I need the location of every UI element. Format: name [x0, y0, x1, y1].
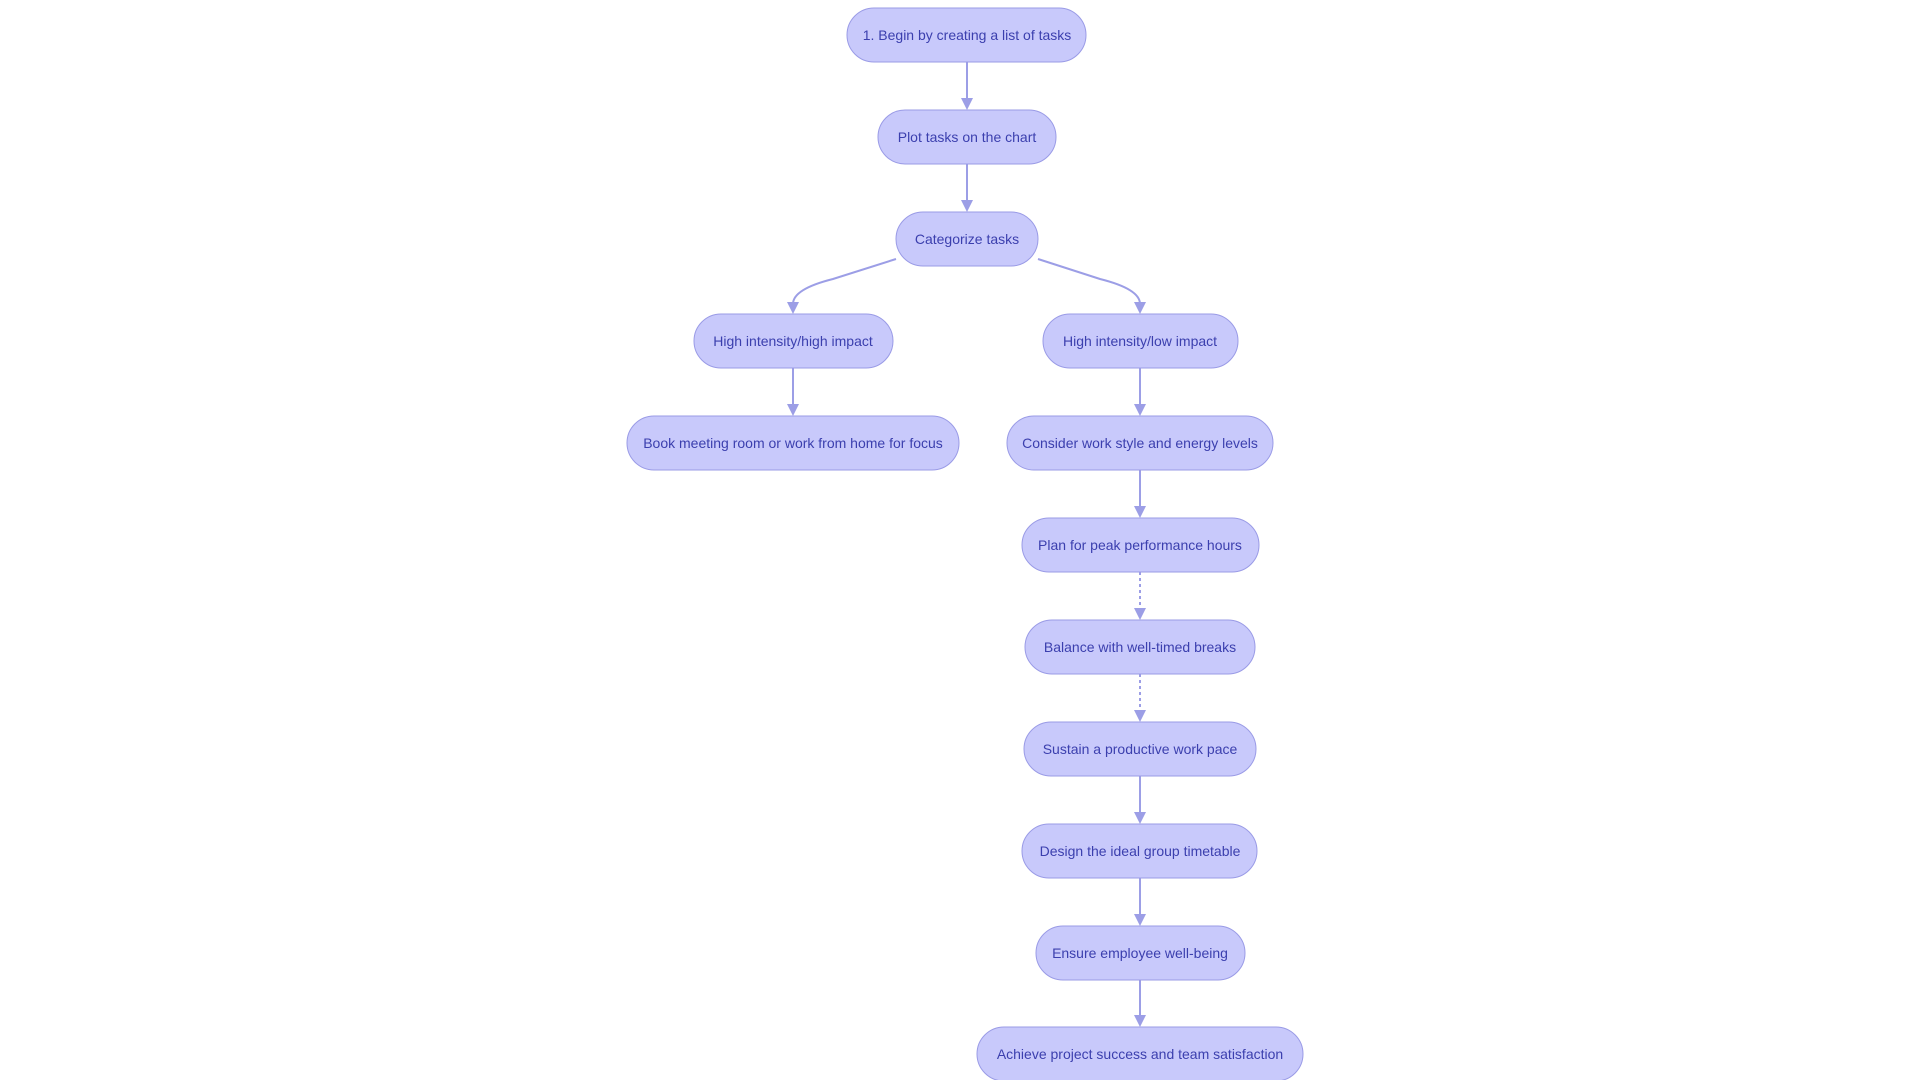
edge-categorize-to-hili: [1037, 258, 1146, 314]
edge-ensure-to-achieve: [1134, 980, 1146, 1027]
node-label: Balance with well-timed breaks: [1044, 639, 1236, 655]
node-categorize: Categorize tasks: [895, 211, 1039, 267]
arrowhead-icon: [1134, 812, 1146, 824]
edge-sustain-to-design: [1134, 776, 1146, 824]
node-label: Sustain a productive work pace: [1043, 741, 1238, 757]
node-consider: Consider work style and energy levels: [1006, 415, 1274, 471]
node-plot: Plot tasks on the chart: [877, 109, 1057, 165]
node-label: Categorize tasks: [915, 231, 1019, 247]
node-hili: High intensity/low impact: [1042, 313, 1239, 369]
node-plan: Plan for peak performance hours: [1021, 517, 1260, 573]
node-label: Consider work style and energy levels: [1022, 435, 1258, 451]
node-label: Ensure employee well-being: [1052, 945, 1228, 961]
edge-plan-to-balance: [1134, 572, 1146, 620]
node-label: Plot tasks on the chart: [898, 129, 1037, 145]
edge-plot-to-categorize: [961, 164, 973, 212]
node-design: Design the ideal group timetable: [1021, 823, 1258, 879]
edge-categorize-to-hihi: [787, 258, 897, 314]
edge-hili-to-consider: [1134, 368, 1146, 416]
edge-line: [792, 258, 897, 305]
edge-balance-to-sustain: [1134, 674, 1146, 722]
arrowhead-icon: [1134, 608, 1146, 620]
arrowhead-icon: [1134, 302, 1146, 314]
node-achieve: Achieve project success and team satisfa…: [976, 1026, 1304, 1080]
node-label: High intensity/high impact: [713, 333, 873, 349]
arrowhead-icon: [961, 200, 973, 212]
edge-design-to-ensure: [1134, 878, 1146, 926]
node-begin: 1. Begin by creating a list of tasks: [846, 7, 1087, 63]
nodes-layer: 1. Begin by creating a list of tasks Plot…: [626, 7, 1304, 1080]
node-ensure: Ensure employee well-being: [1035, 925, 1246, 981]
arrowhead-icon: [787, 404, 799, 416]
node-sustain: Sustain a productive work pace: [1023, 721, 1257, 777]
arrowhead-icon: [1134, 914, 1146, 926]
edge-begin-to-plot: [961, 62, 973, 110]
node-label: Plan for peak performance hours: [1038, 537, 1242, 553]
arrowhead-icon: [1134, 404, 1146, 416]
arrowhead-icon: [1134, 1015, 1146, 1027]
node-label: Design the ideal group timetable: [1040, 843, 1241, 859]
arrowhead-icon: [1134, 710, 1146, 722]
node-label: High intensity/low impact: [1063, 333, 1217, 349]
arrowhead-icon: [961, 98, 973, 110]
node-hihi: High intensity/high impact: [693, 313, 894, 369]
edge-line: [1037, 258, 1141, 305]
edge-hihi-to-book: [787, 368, 799, 416]
edge-consider-to-plan: [1134, 470, 1146, 518]
node-label: Book meeting room or work from home for …: [643, 435, 943, 451]
node-label: Achieve project success and team satisfa…: [997, 1046, 1283, 1062]
node-balance: Balance with well-timed breaks: [1024, 619, 1256, 675]
node-label: 1. Begin by creating a list of tasks: [863, 27, 1072, 43]
arrowhead-icon: [787, 302, 799, 314]
flowchart: 1. Begin by creating a list of tasks Plot…: [626, 7, 1304, 1080]
node-book: Book meeting room or work from home for …: [626, 415, 960, 471]
arrowhead-icon: [1134, 506, 1146, 518]
